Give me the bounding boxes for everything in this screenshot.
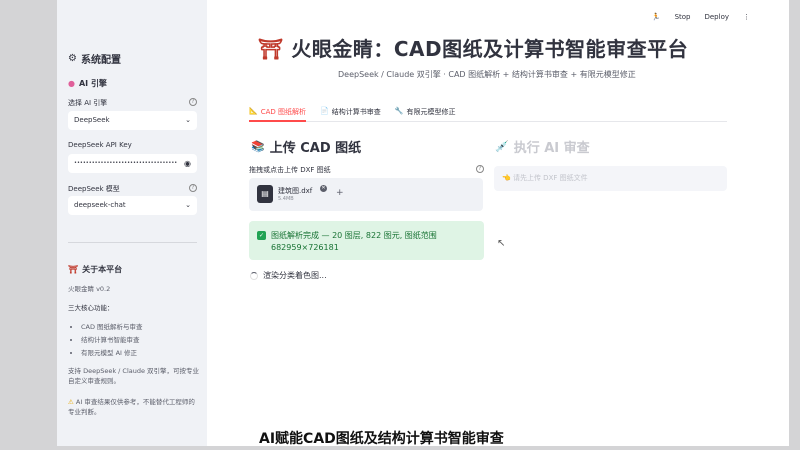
header-actions: 🏃 Stop Deploy ⋮	[652, 13, 750, 21]
wrench-icon: 🔧	[394, 107, 404, 115]
config-heading: ⚙ 系统配置	[68, 53, 121, 66]
brain-icon: ●	[68, 79, 75, 88]
frame-left	[0, 0, 57, 450]
tab-fem-fix[interactable]: 🔧 有限元模型修正	[395, 103, 456, 122]
frame-right	[789, 0, 800, 450]
video-caption: AI赋能CAD图纸及结构计算书智能审查	[259, 431, 504, 447]
warning-icon: ⚠	[68, 398, 74, 406]
uploaded-file-size: 5.4MB	[278, 196, 294, 202]
page-title: ⛩ 火眼金睛：CAD图纸及计算书智能审查平台	[258, 37, 689, 61]
remove-file-icon[interactable]: ✕	[320, 185, 327, 192]
spinner-icon	[250, 271, 258, 280]
document-icon: 📄	[320, 107, 329, 115]
gear-icon: ⚙	[68, 53, 77, 64]
check-icon: ✓	[257, 231, 266, 240]
about-heading: ⛩ 关于本平台	[68, 265, 123, 274]
success-line-1: 图纸解析完成 — 20 图层, 822 图元, 图纸范围	[271, 231, 437, 240]
list-item: 有限元模型 AI 修正	[81, 347, 143, 360]
engine-select[interactable]: DeepSeek ⌄	[68, 111, 197, 130]
engine-select-label: 选择 AI 引擎	[68, 99, 108, 107]
api-key-label: DeepSeek API Key	[68, 141, 132, 149]
tab-calc-review[interactable]: 📄 结构计算书审查	[320, 103, 381, 122]
mouse-cursor-icon: ↖	[497, 238, 506, 249]
eye-icon[interactable]: ◉	[184, 154, 191, 173]
tab-bar: 📐 CAD 图纸解析 📄 结构计算书审查 🔧 有限元模型修正	[249, 103, 727, 122]
review-info: 👈 请先上传 DXF 图纸文件	[494, 166, 727, 191]
success-line-2: 682959×726181	[271, 243, 339, 252]
help-icon[interactable]: ?	[189, 184, 197, 192]
review-heading: 💉 执行 AI 审查	[495, 140, 590, 156]
file-icon: ▤	[257, 185, 273, 203]
upload-label: 拖拽或点击上传 DXF 图纸	[249, 166, 331, 174]
help-icon[interactable]: ?	[476, 165, 484, 173]
rendering-status: 渲染分类着色图...	[250, 270, 327, 281]
torii-icon: ⛩	[258, 37, 284, 61]
help-icon[interactable]: ?	[189, 98, 197, 106]
model-select[interactable]: deepseek-chat ⌄	[68, 196, 197, 215]
features-heading: 三大核心功能：	[68, 304, 114, 312]
upload-heading: 📚 上传 CAD 图纸	[251, 140, 362, 156]
sidebar: ⚙ 系统配置 ● AI 引擎 选择 AI 引擎 ? DeepSeek ⌄ Dee…	[57, 0, 207, 446]
deploy-button[interactable]: Deploy	[704, 13, 729, 21]
list-item: CAD 图纸解析与审查	[81, 321, 143, 334]
list-item: 结构计算书智能审查	[81, 334, 143, 347]
api-key-input[interactable]: ••••••••••••••••••••••••••••••••••• ◉	[68, 154, 197, 173]
torii-icon: ⛩	[68, 265, 79, 274]
syringe-icon: 💉	[495, 140, 509, 153]
running-icon: 🏃	[651, 13, 661, 21]
chevron-down-icon: ⌄	[185, 201, 191, 209]
main-menu-icon[interactable]: ⋮	[743, 13, 750, 21]
divider	[68, 242, 197, 243]
tab-cad-parse[interactable]: 📐 CAD 图纸解析	[249, 103, 307, 122]
version-text: 火眼金睛 v0.2	[68, 285, 111, 293]
success-alert: ✓ 图纸解析完成 — 20 图层, 822 图元, 图纸范围 682959×72…	[249, 221, 484, 260]
stop-button[interactable]: Stop	[675, 13, 691, 21]
page-subtitle: DeepSeek / Claude 双引擎 · CAD 图纸解析 + 结构计算书…	[338, 70, 636, 79]
model-select-label: DeepSeek 模型	[68, 185, 120, 193]
support-text: 支持 DeepSeek / Claude 双引擎，可按专业自定义审查规则。	[68, 367, 200, 385]
uploaded-file-name: 建筑图.dxf	[278, 187, 313, 195]
ruler-icon: 📐	[249, 107, 258, 115]
ai-engine-heading: ● AI 引擎	[68, 79, 107, 88]
warning-text: ⚠ AI 审查结果仅供参考，不能替代工程师的专业判断。	[68, 398, 195, 416]
features-list: CAD 图纸解析与审查 结构计算书智能审查 有限元模型 AI 修正	[75, 321, 143, 360]
pointing-icon: 👈	[502, 174, 511, 182]
file-dropzone[interactable]: ▤ 建筑图.dxf 5.4MB ✕ +	[249, 178, 483, 211]
books-icon: 📚	[251, 140, 265, 153]
chevron-down-icon: ⌄	[185, 116, 191, 124]
add-file-icon[interactable]: +	[336, 188, 344, 198]
